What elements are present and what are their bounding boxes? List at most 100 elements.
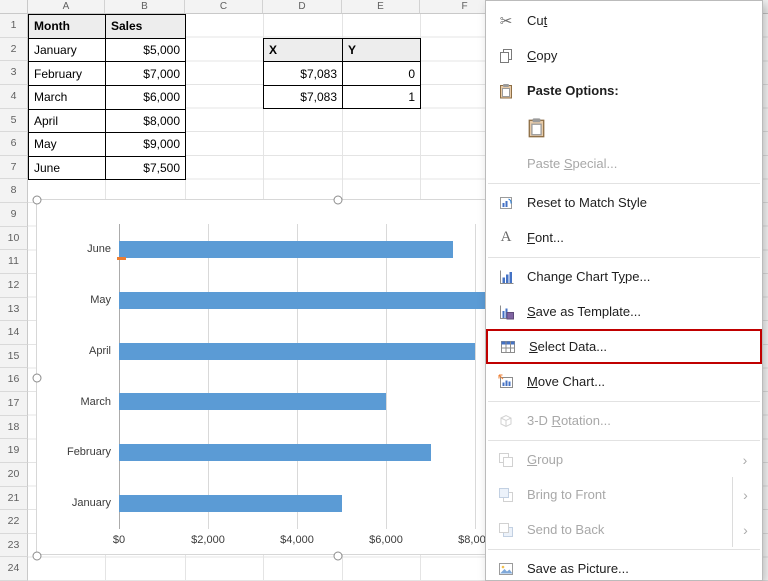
row-header-1[interactable]: 1 [0, 14, 28, 38]
bar-may[interactable] [119, 292, 520, 309]
cell-D3[interactable]: $7,083 [264, 62, 343, 86]
cell-A6[interactable]: May [29, 133, 106, 157]
menu-label: Bring to Front [527, 487, 606, 502]
menu-item-paste-options[interactable]: Paste Options: [486, 73, 762, 108]
cell-A4[interactable]: March [29, 86, 106, 110]
font-icon: A [495, 228, 517, 248]
x-tick-label: $2,000 [191, 534, 225, 546]
bar-january[interactable] [119, 495, 342, 512]
cell-A5[interactable]: April [29, 110, 106, 134]
row-header-5[interactable]: 5 [0, 109, 28, 133]
row-header-15[interactable]: 15 [0, 345, 28, 369]
resize-handle-bottom-center[interactable] [334, 552, 343, 561]
3d-rotation-icon [495, 411, 517, 431]
bar-march[interactable] [119, 393, 386, 410]
cell-E3[interactable]: 0 [343, 62, 421, 86]
cell-E4[interactable]: 1 [343, 86, 421, 110]
row-header-11[interactable]: 11 [0, 250, 28, 274]
row-header-14[interactable]: 14 [0, 321, 28, 345]
column-header-A[interactable]: A [28, 0, 105, 14]
cell-B4[interactable]: $6,000 [106, 86, 186, 110]
paste-special-icon [495, 154, 517, 174]
cell-D2[interactable]: X [264, 39, 343, 63]
cell-A3[interactable]: February [29, 62, 106, 86]
menu-label: Change Chart Type... [527, 269, 650, 284]
menu-item-font[interactable]: A Font... [486, 220, 762, 255]
menu-item-paste-special: Paste Special... [486, 146, 762, 181]
chart-gridline [386, 224, 387, 529]
scatter-marker [117, 257, 126, 260]
menu-label: Font... [527, 230, 564, 245]
cell-A7[interactable]: June [29, 157, 106, 181]
menu-label: Move Chart... [527, 374, 605, 389]
menu-item-move-chart[interactable]: Move Chart... [486, 364, 762, 399]
menu-label: Cut [527, 13, 547, 28]
bar-february[interactable] [119, 444, 431, 461]
menu-item-3d-rotation: 3-D Rotation... [486, 403, 762, 438]
bar-june[interactable] [119, 241, 453, 258]
menu-separator [488, 183, 760, 184]
row-header-18[interactable]: 18 [0, 416, 28, 440]
chart-gridline [208, 224, 209, 529]
menu-item-change-chart-type[interactable]: Change Chart Type... [486, 259, 762, 294]
paste-option-button[interactable] [522, 113, 550, 141]
category-label: May [37, 275, 111, 326]
bar-april[interactable] [119, 343, 475, 360]
row-header-3[interactable]: 3 [0, 61, 28, 85]
cell-B2[interactable]: $5,000 [106, 39, 186, 63]
row-header-7[interactable]: 7 [0, 156, 28, 180]
row-header-13[interactable]: 13 [0, 298, 28, 322]
resize-handle-bottom-left[interactable] [33, 552, 42, 561]
resize-handle-top-center[interactable] [334, 196, 343, 205]
resize-handle-top-left[interactable] [33, 196, 42, 205]
row-header-6[interactable]: 6 [0, 132, 28, 156]
cell-A2[interactable]: January [29, 39, 106, 63]
x-tick-label: $4,000 [280, 534, 314, 546]
row-header-10[interactable]: 10 [0, 227, 28, 251]
cell-B3[interactable]: $7,000 [106, 62, 186, 86]
cell-A1[interactable]: Month [29, 15, 106, 39]
row-header-21[interactable]: 21 [0, 487, 28, 511]
menu-label: Copy [527, 48, 557, 63]
column-header-D[interactable]: D [263, 0, 342, 14]
row-header-12[interactable]: 12 [0, 274, 28, 298]
row-header-8[interactable]: 8 [0, 179, 28, 203]
row-header-24[interactable]: 24 [0, 557, 28, 581]
menu-item-cut[interactable]: ✂ Cut [486, 3, 762, 38]
menu-item-reset-to-match-style[interactable]: Reset to Match Style [486, 185, 762, 220]
send-to-back-icon [495, 520, 517, 540]
row-header-17[interactable]: 17 [0, 392, 28, 416]
row-header-16[interactable]: 16 [0, 368, 28, 392]
menu-item-select-data[interactable]: Select Data... [486, 329, 762, 364]
column-header-E[interactable]: E [342, 0, 420, 14]
row-header-23[interactable]: 23 [0, 534, 28, 558]
menu-item-copy[interactable]: Copy [486, 38, 762, 73]
cell-B1[interactable]: Sales [106, 15, 186, 39]
cell-E2[interactable]: Y [343, 39, 421, 63]
cell-B5[interactable]: $8,000 [106, 110, 186, 134]
move-chart-icon [495, 372, 517, 392]
cell-D4[interactable]: $7,083 [264, 86, 343, 110]
row-header-9[interactable]: 9 [0, 203, 28, 227]
column-header-C[interactable]: C [185, 0, 263, 14]
menu-item-save-as-picture[interactable]: Save as Picture... [486, 551, 762, 581]
cell-B6[interactable]: $9,000 [106, 133, 186, 157]
row-header-2[interactable]: 2 [0, 38, 28, 62]
column-header-B[interactable]: B [105, 0, 185, 14]
select-all-corner[interactable] [0, 0, 28, 14]
resize-handle-middle-left[interactable] [33, 374, 42, 383]
row-header-20[interactable]: 20 [0, 463, 28, 487]
category-label: June [37, 224, 111, 275]
select-data-icon [497, 337, 519, 357]
save-as-picture-icon [495, 559, 517, 579]
bring-to-front-icon [495, 485, 517, 505]
paste-options-row [486, 108, 762, 146]
cell-B7[interactable]: $7,500 [106, 157, 186, 181]
row-header-22[interactable]: 22 [0, 510, 28, 534]
chart-gridline [297, 224, 298, 529]
submenu-chevron-icon: › [732, 512, 758, 547]
menu-item-save-as-template[interactable]: Save as Template... [486, 294, 762, 329]
menu-label: Select Data... [529, 339, 607, 354]
row-header-4[interactable]: 4 [0, 85, 28, 109]
row-header-19[interactable]: 19 [0, 439, 28, 463]
